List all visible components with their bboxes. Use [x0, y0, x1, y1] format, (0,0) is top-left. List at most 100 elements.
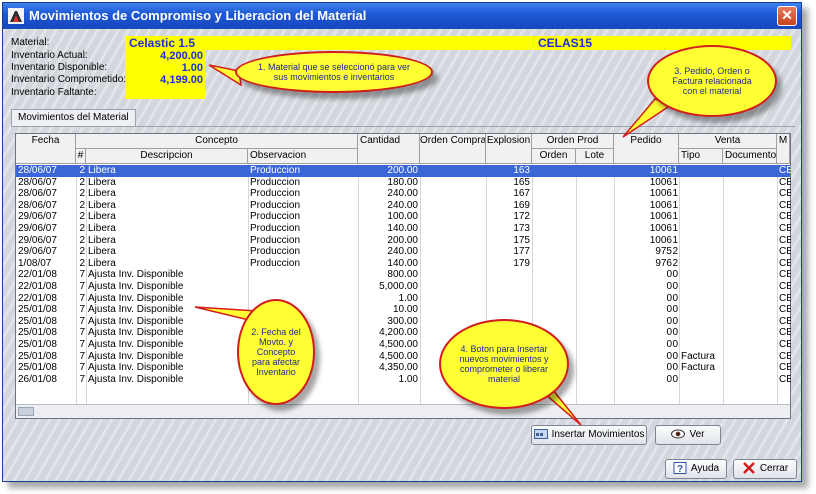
col-observacion-header[interactable]: Observacion: [248, 149, 358, 164]
cell-pedido-linea: 0: [672, 304, 678, 316]
ver-button[interactable]: Ver: [655, 425, 721, 445]
cell-explosion: 169: [513, 199, 530, 211]
cell-pedido-linea: 2: [672, 257, 678, 269]
cell-m: CE: [779, 176, 791, 188]
cell-fecha: 29/06/07: [18, 246, 57, 258]
table-row[interactable]: 25/01/08 7Ajusta Inv. Disponible 10.00 00 CE: [16, 304, 791, 316]
col-cantidad-header[interactable]: Cantidad: [358, 134, 420, 164]
table-row[interactable]: 25/01/08 7 Ajusta Inv. Disponible 4,500.00 0…: [16, 350, 791, 363]
cell-pedido-linea: 0: [672, 281, 678, 292]
cell-fecha: 25/01/08: [18, 327, 57, 339]
cell-explosion: 163: [513, 165, 530, 176]
cell-pedido-linea: 1: [672, 223, 678, 234]
table-row[interactable]: 25/01/08 7 Ajusta Inv. Disponible 300.00 0 0 C…: [16, 315, 791, 328]
cell-pedido: 0: [666, 315, 672, 327]
col-num-header[interactable]: #: [76, 149, 86, 164]
col-orden-compra-label: Orden Compra: [420, 135, 486, 146]
inventario-actual-label: Inventario Actual:: [11, 50, 88, 61]
callout-2-text: 2. Fecha del Movto. y Concepto para afec…: [251, 327, 301, 377]
cell-fecha: 22/01/08: [18, 281, 57, 292]
table-row[interactable]: 25/01/08 7 Ajusta Inv. Disponible 4,350.00 0…: [16, 362, 791, 374]
table-row[interactable]: 28/06/07 2 Libera Produccion 240.00 167 1006 1 C…: [16, 188, 791, 200]
ayuda-button[interactable]: ? Ayuda: [665, 459, 727, 479]
col-lote-header[interactable]: Lote: [576, 149, 614, 164]
col-venta-header[interactable]: Venta: [679, 134, 777, 149]
cell-cantidad: 300.00: [387, 315, 418, 327]
cell-num: 7: [79, 292, 85, 304]
close-window-button[interactable]: ✕: [777, 6, 797, 26]
cell-pedido: 0: [666, 362, 672, 374]
col-m-header[interactable]: M: [777, 134, 790, 164]
cell-num: 7: [79, 315, 85, 327]
col-orden-prod-label: Orden Prod: [546, 135, 599, 146]
cell-num: 7: [79, 362, 85, 374]
table-row[interactable]: 28/06/07 2 Libera Produccion 180.00 165 1006 1 C…: [16, 176, 791, 189]
cell-observacion: Produccion: [250, 223, 301, 234]
col-concepto-label: Concepto: [195, 135, 238, 146]
table-row[interactable]: 22/01/08 7Ajusta Inv. Disponible 1.00 00 CE: [16, 292, 791, 305]
cell-num: 7: [79, 281, 85, 292]
col-documento-header[interactable]: Documento: [723, 149, 777, 164]
table-row[interactable]: 28/06/07 2 Libera Produccion 200.00 163 1006 1 C…: [16, 165, 791, 177]
col-orden-compra-header[interactable]: Orden Compra: [420, 134, 486, 164]
inventario-actual-value: 4,200.00: [160, 50, 203, 62]
insertar-movimientos-label: Insertar Movimientos: [551, 429, 645, 440]
cell-descripcion: Ajusta Inv. Disponible: [88, 269, 184, 281]
col-fecha-header[interactable]: Fecha: [16, 134, 76, 164]
table-row[interactable]: 26/01/08 7Ajusta Inv. Disponible 1.00 00 CE: [16, 373, 791, 386]
cell-num: 2: [79, 246, 85, 258]
cell-m: CE: [779, 339, 791, 350]
insertar-movimientos-button[interactable]: Insertar Movimientos: [531, 425, 647, 445]
tab-movimientos-material[interactable]: Movimientos del Material: [11, 109, 136, 127]
table-row[interactable]: 22/01/08 7 Ajusta Inv. Disponible 800.00 0 0 C…: [16, 269, 791, 281]
col-concepto-header[interactable]: Concepto: [76, 134, 358, 149]
cell-m: CE: [779, 362, 791, 374]
table-row[interactable]: 1/08/072LiberaProduccion140.001799762CE: [16, 257, 791, 270]
col-cantidad-label: Cantidad: [360, 135, 401, 146]
movements-grid[interactable]: Fecha Concepto # Descripcion Observacion…: [15, 133, 791, 419]
cell-m: CE: [779, 281, 791, 292]
col-pedido-header[interactable]: Pedido: [614, 134, 679, 164]
table-row[interactable]: 29/06/07 2 Libera Produccion 140.00 173 1006 1 C…: [16, 223, 791, 235]
callout-fecha-concepto: 2. Fecha del Movto. y Concepto para afec…: [237, 299, 315, 405]
cell-fecha: 28/06/07: [18, 165, 57, 176]
cell-pedido: 0: [666, 304, 672, 316]
cell-cantidad: 4,350.00: [379, 362, 418, 374]
col-descripcion-header[interactable]: Descripcion: [86, 149, 248, 164]
table-row[interactable]: 25/01/08 7 Ajusta Inv. Disponible 4,500.00 0…: [16, 339, 791, 351]
col-orden-prod-header[interactable]: Orden Prod: [532, 134, 614, 149]
cell-m: CE: [779, 327, 791, 339]
table-row[interactable]: 28/06/07 2 Libera Produccion 240.00 169 1006 1 C…: [16, 199, 791, 212]
cell-pedido-linea: 0: [672, 315, 678, 327]
cell-descripcion: Ajusta Inv. Disponible: [88, 373, 184, 385]
cell-cantidad: 1.00: [398, 292, 418, 304]
col-explosion-label: Explosion: [486, 135, 531, 146]
table-row[interactable]: 25/01/08 7 Ajusta Inv. Disponible 4,200.00 0…: [16, 327, 791, 339]
cell-fecha: 29/06/07: [18, 211, 57, 223]
table-row[interactable]: 22/01/08 7 Ajusta Inv. Disponible 5,000.00 0…: [16, 281, 791, 293]
cell-pedido-linea: 1: [672, 211, 678, 223]
col-explosion-header[interactable]: Explosion: [486, 134, 532, 164]
cell-observacion: Produccion: [250, 211, 301, 223]
cell-pedido: 975: [655, 246, 672, 258]
cell-pedido-linea: 1: [672, 176, 678, 188]
callout-4-text: 4. Boton para Insertar nuevos movimiento…: [459, 344, 549, 384]
ayuda-label: Ayuda: [690, 463, 720, 474]
cell-cantidad: 1.00: [398, 373, 418, 385]
scrollbar-thumb[interactable]: [18, 407, 34, 416]
window-title: Movimientos de Compromiso y Liberacion d…: [29, 8, 367, 23]
table-row[interactable]: 29/06/07 2 Libera Produccion 200.00 175 1006 1 C…: [16, 235, 791, 247]
cerrar-button[interactable]: Cerrar: [733, 459, 797, 479]
cell-num: 7: [79, 350, 85, 362]
table-row[interactable]: 29/06/072LiberaProduccion240.001779752CE: [16, 246, 791, 258]
cell-descripcion: Ajusta Inv. Disponible: [88, 339, 184, 350]
horizontal-scrollbar[interactable]: [16, 404, 790, 418]
title-bar[interactable]: Movimientos de Compromiso y Liberacion d…: [3, 3, 801, 29]
cell-pedido-linea: 1: [672, 165, 678, 176]
col-tipo-header[interactable]: Tipo: [679, 149, 723, 164]
table-row[interactable]: 29/06/07 2 Libera Produccion 100.00 172 1006 1 C…: [16, 211, 791, 223]
cell-cantidad: 800.00: [387, 269, 418, 281]
col-orden-header[interactable]: Orden: [532, 149, 576, 164]
cell-m: CE: [779, 269, 791, 281]
cell-descripcion: Ajusta Inv. Disponible: [88, 281, 184, 292]
